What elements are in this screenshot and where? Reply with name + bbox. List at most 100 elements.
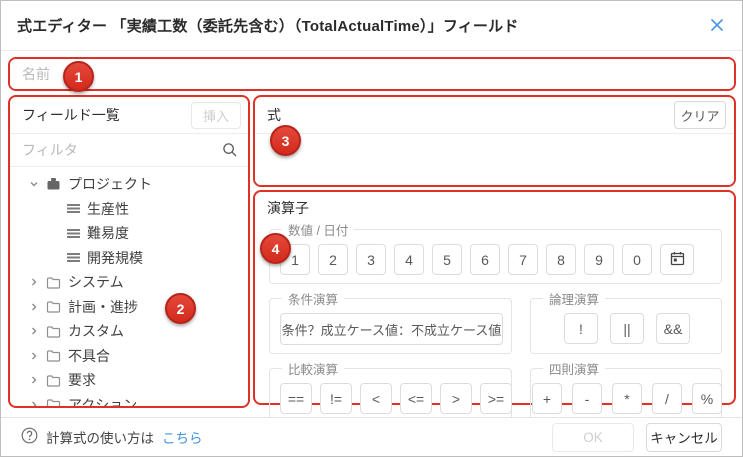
numeric-date-group: 数値 / 日付 1 2 3 4 5 6 7 8 9 0 <box>269 220 722 284</box>
tree-item-project[interactable]: プロジェクト <box>10 172 248 197</box>
annotation-badge-1: 1 <box>63 61 94 92</box>
field-list-header: フィールド一覧 挿入 <box>10 97 248 134</box>
num-button-9[interactable]: 9 <box>584 244 614 275</box>
insert-button[interactable]: 挿入 <box>191 102 241 129</box>
folder-icon <box>46 276 61 289</box>
help-area: 計算式の使い方はこちら <box>21 427 203 447</box>
tree-item-field[interactable]: 難易度 <box>10 221 248 246</box>
folder-icon <box>46 349 61 362</box>
num-button-8[interactable]: 8 <box>546 244 576 275</box>
numeric-date-legend: 数値 / 日付 <box>282 220 354 239</box>
help-link[interactable]: こちら <box>162 427 203 447</box>
compare-lte-button[interactable]: <= <box>400 383 432 414</box>
calendar-icon-button[interactable] <box>660 244 694 275</box>
filter-input[interactable] <box>10 134 248 166</box>
conditional-legend: 条件演算 <box>282 289 344 308</box>
folder-icon <box>46 300 61 313</box>
chevron-right-icon <box>29 302 39 312</box>
chevron-right-icon <box>29 351 39 361</box>
search-icon <box>222 142 238 163</box>
name-field-annotated-box <box>8 57 736 91</box>
cancel-button[interactable]: キャンセル <box>646 423 722 452</box>
chevron-right-icon <box>29 277 39 287</box>
divide-button[interactable]: / <box>652 383 682 414</box>
plus-button[interactable]: + <box>532 383 562 414</box>
multiply-button[interactable]: * <box>612 383 642 414</box>
tree-item-label: 開発規模 <box>87 248 143 268</box>
dialog-titlebar: 式エディター 「実績工数（委託先含む）（TotalActualTime）」フィー… <box>1 1 742 51</box>
tree-item-label: 不具合 <box>68 346 110 366</box>
comparison-group: 比較演算 == != < <= > >= <box>269 359 512 423</box>
chevron-down-icon <box>29 179 39 189</box>
field-list-panel: フィールド一覧 挿入 プロジェクト 生産性 難易度 <box>8 95 250 408</box>
formula-header: 式 クリア <box>255 97 734 134</box>
tree-item-label: 要求 <box>68 370 96 390</box>
logical-not-button[interactable]: ! <box>564 313 598 344</box>
num-button-2[interactable]: 2 <box>318 244 348 275</box>
question-circle-icon <box>21 427 38 447</box>
folder-icon <box>46 398 61 406</box>
tree-item-label: カスタム <box>68 321 124 341</box>
calendar-icon <box>670 251 685 269</box>
tree-item-folder[interactable]: カスタム <box>10 319 248 344</box>
tree-item-folder[interactable]: 計画・進捗 <box>10 295 248 320</box>
num-button-3[interactable]: 3 <box>356 244 386 275</box>
logical-and-button[interactable]: && <box>656 313 690 344</box>
logical-or-button[interactable]: || <box>610 313 644 344</box>
tree-item-field[interactable]: 開発規模 <box>10 246 248 271</box>
dialog-footer: 計算式の使い方はこちら OK キャンセル <box>1 417 742 456</box>
operators-title: 演算子 <box>267 198 724 218</box>
formula-panel: 式 クリア <box>253 95 736 187</box>
formula-textarea[interactable] <box>255 134 734 185</box>
compare-gt-button[interactable]: > <box>440 383 472 414</box>
formula-title: 式 <box>267 105 281 125</box>
clear-button[interactable]: クリア <box>674 101 726 129</box>
field-tree: プロジェクト 生産性 難易度 開発規模 システム 計画 <box>10 167 248 406</box>
logical-group: 論理演算 ! || && <box>530 289 722 354</box>
compare-lt-button[interactable]: < <box>360 383 392 414</box>
tree-item-label: アクション <box>68 395 137 406</box>
field-lines-icon <box>67 228 80 239</box>
annotation-badge-2: 2 <box>165 293 196 324</box>
tree-item-field[interactable]: 生産性 <box>10 197 248 222</box>
field-lines-icon <box>67 203 80 214</box>
compare-gte-button[interactable]: >= <box>480 383 512 414</box>
tree-item-label: 生産性 <box>87 199 129 219</box>
chevron-right-icon <box>29 400 39 406</box>
tree-item-folder[interactable]: アクション <box>10 393 248 407</box>
help-text: 計算式の使い方は <box>46 427 154 447</box>
arithmetic-legend: 四則演算 <box>543 359 605 378</box>
tree-item-label: 難易度 <box>87 223 129 243</box>
operators-panel: 演算子 数値 / 日付 1 2 3 4 5 6 7 8 9 0 条件演算 <box>253 190 736 405</box>
field-lines-icon <box>67 252 80 263</box>
conditional-group: 条件演算 条件？成立ケース値：不成立ケース値 <box>269 289 512 354</box>
dialog-title: 式エディター 「実績工数（委託先含む）（TotalActualTime）」フィー… <box>17 15 519 36</box>
num-button-5[interactable]: 5 <box>432 244 462 275</box>
chevron-right-icon <box>29 326 39 336</box>
tree-item-label: 計画・進捗 <box>68 297 138 317</box>
compare-eq-button[interactable]: == <box>280 383 312 414</box>
num-button-0[interactable]: 0 <box>622 244 652 275</box>
num-button-4[interactable]: 4 <box>394 244 424 275</box>
filter-row <box>10 134 248 167</box>
tree-item-folder[interactable]: システム <box>10 270 248 295</box>
modulo-button[interactable]: % <box>692 383 722 414</box>
close-icon[interactable] <box>704 12 730 38</box>
num-button-7[interactable]: 7 <box>508 244 538 275</box>
formula-editor-dialog: 式エディター 「実績工数（委託先含む）（TotalActualTime）」フィー… <box>0 0 743 457</box>
tree-item-label: システム <box>68 272 124 292</box>
folder-icon <box>46 325 61 338</box>
compare-neq-button[interactable]: != <box>320 383 352 414</box>
logical-legend: 論理演算 <box>543 289 605 308</box>
ok-button[interactable]: OK <box>552 423 634 452</box>
num-button-6[interactable]: 6 <box>470 244 500 275</box>
annotation-badge-3: 3 <box>270 125 301 156</box>
minus-button[interactable]: - <box>572 383 602 414</box>
annotation-badge-4: 4 <box>260 233 291 264</box>
chevron-right-icon <box>29 375 39 385</box>
name-input[interactable] <box>10 59 734 89</box>
tree-item-folder[interactable]: 不具合 <box>10 344 248 369</box>
field-list-title: フィールド一覧 <box>22 105 120 125</box>
conditional-operator-button[interactable]: 条件？成立ケース値：不成立ケース値 <box>280 313 503 345</box>
tree-item-folder[interactable]: 要求 <box>10 368 248 393</box>
